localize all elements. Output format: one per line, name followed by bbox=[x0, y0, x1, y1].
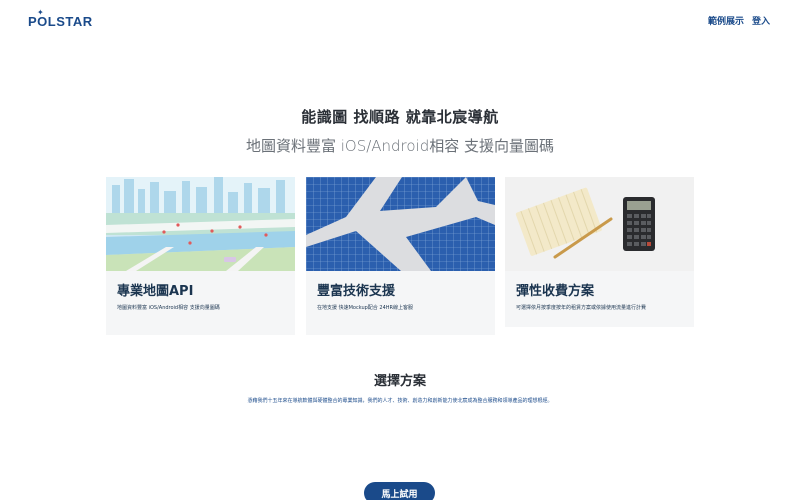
city-map-illustration bbox=[106, 177, 295, 271]
nav-examples-link[interactable]: 範例展示 bbox=[708, 14, 744, 27]
solar-panel-illustration bbox=[306, 177, 495, 271]
try-now-button[interactable]: 馬上試用 bbox=[364, 482, 435, 500]
pricing-section: 選擇方案 憑藉我們十五年來在導航軟體與硬體整合的專業知識，我們的人才、技術、創造… bbox=[0, 370, 800, 404]
calculator-image bbox=[505, 177, 694, 271]
hero: 能識圖 找順路 就靠北宸導航 地圖資料豐富 iOS/Android相容 支援向量… bbox=[0, 106, 800, 156]
hero-title: 能識圖 找順路 就靠北宸導航 bbox=[301, 108, 499, 126]
hero-subtitle: 地圖資料豐富 iOS/Android相容 支援向量圖碼 bbox=[245, 137, 555, 155]
feature-card-support[interactable]: 豐富技術支援 在地支援 快速Mockup配合 24HR線上客服 bbox=[306, 177, 495, 335]
feature-cards: 專業地圖API 地圖資料豐富 iOS/Android相容 支援向量圖碼 豐富技術… bbox=[106, 177, 694, 337]
card-description: 地圖資料豐富 iOS/Android相容 支援向量圖碼 bbox=[117, 305, 220, 311]
polstar-logo[interactable]: ✦ POLSTAR bbox=[28, 8, 102, 30]
solar-panel-image bbox=[306, 177, 495, 271]
pricing-title: 選擇方案 bbox=[373, 374, 426, 389]
calculator-illustration bbox=[505, 177, 694, 271]
pricing-description: 憑藉我們十五年來在導航軟體與硬體整合的專業知識，我們的人才、技術、創造力和創新能… bbox=[247, 398, 553, 404]
top-bar: ✦ POLSTAR 範例展示 登入 bbox=[0, 0, 800, 42]
card-title: 專業地圖API bbox=[117, 284, 194, 299]
nav-login-link[interactable]: 登入 bbox=[752, 14, 770, 27]
main-nav: 範例展示 登入 bbox=[708, 14, 770, 27]
card-title: 彈性收費方案 bbox=[516, 284, 595, 299]
card-title: 豐富技術支援 bbox=[317, 284, 396, 299]
feature-card-pricing[interactable]: 彈性收費方案 可選擇依月按季度按年的租賃方案或依據使用流量進行計費 bbox=[505, 177, 694, 327]
city-map-image bbox=[106, 177, 295, 271]
feature-card-api[interactable]: 專業地圖API 地圖資料豐富 iOS/Android相容 支援向量圖碼 bbox=[106, 177, 295, 335]
card-description: 在地支援 快速Mockup配合 24HR線上客服 bbox=[317, 305, 413, 311]
star-icon: ✦ bbox=[37, 8, 44, 17]
card-description: 可選擇依月按季度按年的租賃方案或依據使用流量進行計費 bbox=[516, 305, 647, 311]
